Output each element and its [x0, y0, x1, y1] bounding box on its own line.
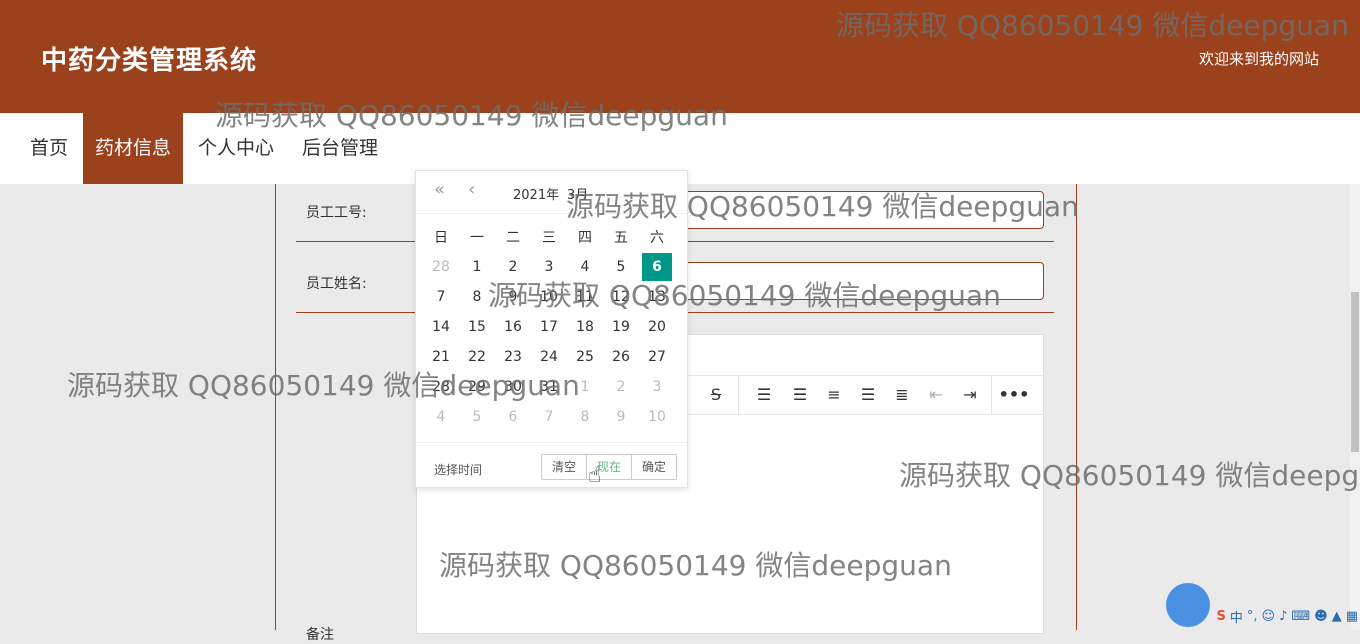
strikethrough-icon[interactable]: S	[699, 376, 733, 414]
nav-herb-info[interactable]: 药材信息	[83, 113, 184, 184]
weekday-header: 一	[470, 230, 484, 246]
emoji-icon[interactable]: ☺	[1262, 609, 1276, 624]
employee-name-label: 员工姓名:	[306, 276, 367, 292]
calendar-day[interactable]: 18	[570, 313, 600, 341]
calendar-day[interactable]: 9	[606, 403, 636, 431]
calendar-day[interactable]: 4	[426, 403, 456, 431]
weekday-header: 六	[650, 230, 664, 246]
select-time-link[interactable]: 选择时间	[434, 461, 482, 478]
calendar-day[interactable]: 7	[534, 403, 564, 431]
watermark-text: 源码获取 QQ86050149 微信deepguan	[67, 369, 580, 402]
calendar-day[interactable]: 19	[606, 313, 636, 341]
keyboard-icon[interactable]: ⌨	[1291, 609, 1310, 624]
watermark-text: 源码获取 QQ86050149 微信deepguan	[439, 549, 952, 582]
calendar-day[interactable]: 14	[426, 313, 456, 341]
grid-icon[interactable]: ▦	[1346, 609, 1358, 624]
ime-toolbar: S 中 °, ☺ ♪ ⌨ ☻ ▲ ▦	[1216, 605, 1358, 627]
align-justify-icon[interactable]: ≣	[885, 376, 919, 414]
calendar-day[interactable]: 26	[606, 343, 636, 371]
align-right-icon[interactable]: ☰	[851, 376, 885, 414]
weekday-header: 日	[434, 230, 448, 246]
watermark-text: 源码获取 QQ86050149 微信deepguan	[488, 279, 1001, 312]
indent-icon[interactable]: ⇥	[953, 376, 987, 414]
user-icon[interactable]: ☻	[1314, 609, 1328, 624]
watermark-text: 源码获取 QQ86050149 微信deepguan	[215, 99, 728, 132]
calendar-day[interactable]: 16	[498, 313, 528, 341]
date-picker-footer: 选择时间 清空 现在 确定	[416, 442, 687, 488]
calendar-day[interactable]: 2	[606, 373, 636, 401]
ime-mode-icon[interactable]: 中	[1230, 607, 1243, 626]
toolbar-separator	[991, 376, 992, 414]
microphone-icon[interactable]: ♪	[1279, 609, 1287, 624]
watermark-text: 源码获取 QQ86050149 微信deepguan	[566, 190, 1079, 223]
prev-year-icon[interactable]: «	[434, 179, 445, 200]
calendar-day[interactable]: 20	[642, 313, 672, 341]
prev-month-icon[interactable]: ‹	[468, 179, 475, 200]
calendar-day[interactable]: 8	[570, 403, 600, 431]
confirm-button[interactable]: 确定	[632, 455, 676, 479]
clear-button[interactable]: 清空	[542, 455, 587, 479]
calendar-day[interactable]: 6	[498, 403, 528, 431]
calendar-day[interactable]: 5	[462, 403, 492, 431]
watermark-text: 源码获取 QQ86050149 微信deepguan	[836, 9, 1349, 42]
remark-label: 备注	[306, 627, 334, 643]
calendar-day[interactable]: 28	[426, 253, 456, 281]
footer-buttons: 清空 现在 确定	[541, 454, 677, 480]
sogou-ime-icon[interactable]: S	[1216, 609, 1225, 624]
punctuation-icon[interactable]: °,	[1247, 609, 1258, 624]
calendar-day[interactable]: 27	[642, 343, 672, 371]
welcome-text: 欢迎来到我的网站	[1198, 50, 1319, 68]
calendar-day[interactable]: 3	[642, 373, 672, 401]
weekday-header: 二	[506, 230, 520, 246]
toolbar-separator	[738, 376, 739, 414]
site-title: 中药分类管理系统	[41, 46, 258, 76]
hand-cursor-icon: ☝	[588, 463, 602, 488]
calendar-day[interactable]: 10	[642, 403, 672, 431]
more-icon[interactable]: •••	[997, 376, 1031, 414]
watermark-text: 源码获取 QQ86050149 微信deepguan	[899, 459, 1360, 492]
line-height-icon[interactable]: ☰	[747, 376, 781, 414]
calendar-day[interactable]: 7	[426, 283, 456, 311]
scrollbar-thumb[interactable]	[1351, 292, 1359, 452]
employee-id-label: 员工工号:	[306, 205, 367, 221]
weekday-header: 五	[614, 230, 628, 246]
weekday-header: 三	[542, 230, 556, 246]
outdent-icon[interactable]: ⇤	[919, 376, 953, 414]
align-center-icon[interactable]: ≡	[817, 376, 851, 414]
calendar-day[interactable]: 17	[534, 313, 564, 341]
picker-year[interactable]: 2021年	[513, 184, 559, 203]
weekday-header: 四	[578, 230, 592, 246]
nav-home[interactable]: 首页	[18, 113, 80, 184]
calendar-day[interactable]: 15	[462, 313, 492, 341]
skin-icon[interactable]: ▲	[1332, 609, 1342, 624]
floating-clock-icon	[1166, 583, 1210, 627]
align-left-icon[interactable]: ☰	[783, 376, 817, 414]
